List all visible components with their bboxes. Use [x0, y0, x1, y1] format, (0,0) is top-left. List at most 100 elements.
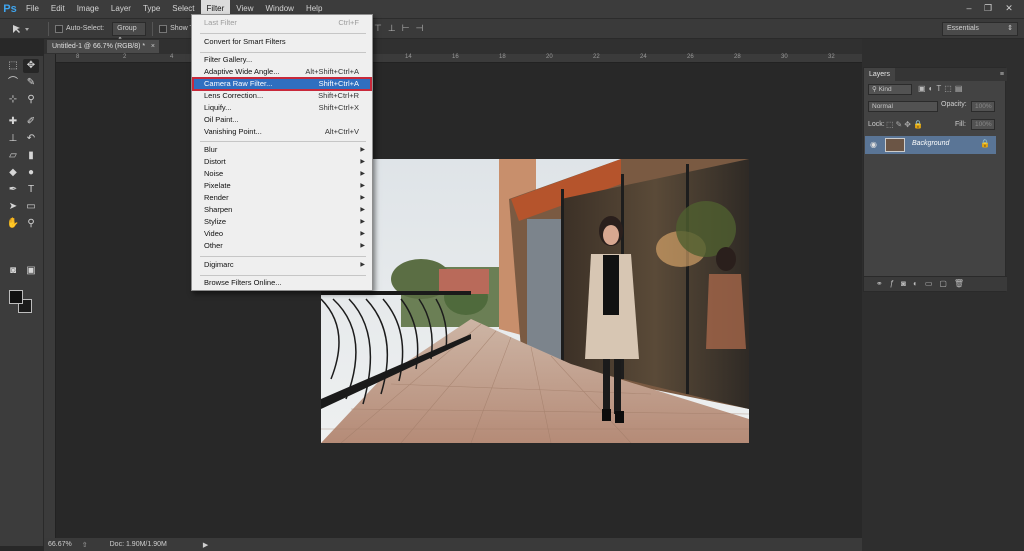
quick-mask-icon[interactable]: ◙	[5, 264, 21, 278]
menu-item-lens-correction[interactable]: Lens Correction... Shift+Ctrl+R	[193, 90, 371, 102]
layers-panel: Layers ≡ ⚲ Kind ▣◐T⬚▤ Normal Opacity: 10…	[863, 67, 1007, 292]
menu-item-label: Convert for Smart Filters	[204, 37, 286, 46]
marquee-icon[interactable]: ⬚	[5, 59, 21, 73]
menu-item-filter-gallery[interactable]: Filter Gallery...	[193, 54, 371, 66]
auto-select-checkbox[interactable]	[55, 24, 63, 33]
opacity-field[interactable]: 100%	[971, 101, 995, 112]
restore-icon[interactable]: ❐	[982, 2, 994, 14]
menu-item-label: Distort	[204, 157, 226, 166]
menu-item-camera-raw-filter[interactable]: Camera Raw Filter... Shift+Ctrl+A	[192, 77, 372, 91]
menu-item-vanishing-point[interactable]: Vanishing Point... Alt+Ctrl+V	[193, 126, 371, 138]
menu-layer[interactable]: Layer	[105, 0, 137, 18]
type-icon[interactable]: T	[23, 183, 39, 197]
menu-item-label: Sharpen	[204, 205, 233, 214]
close-icon[interactable]: ✕	[1003, 2, 1015, 14]
menu-image[interactable]: Image	[71, 0, 105, 18]
tool-preset-picker[interactable]	[0, 23, 42, 35]
align-top-icon[interactable]: ⊤	[374, 23, 382, 34]
layer-thumbnail	[885, 138, 905, 152]
menu-type[interactable]: Type	[137, 0, 166, 18]
menu-item-digimarc[interactable]: Digimarc ▶	[193, 259, 371, 271]
layers-tab[interactable]: Layers	[864, 68, 896, 81]
menu-bar: Ps File Edit Image Layer Type Select Fil…	[0, 0, 1024, 18]
menu-item-label: Pixelate	[204, 181, 231, 190]
menu-item-label: Camera Raw Filter...	[204, 79, 273, 88]
blur-icon[interactable]: ◆	[5, 166, 21, 180]
healing-icon[interactable]: ✚	[5, 115, 21, 129]
workspace-switcher[interactable]: Essentials ⇕	[942, 22, 1018, 36]
filter-menu-dropdown: Last Filter Ctrl+F Convert for Smart Fil…	[191, 14, 373, 291]
eraser-icon[interactable]: ▱	[5, 149, 21, 163]
pen-icon[interactable]: ✒	[5, 183, 21, 197]
layer-filter-icons[interactable]: ▣◐T⬚▤	[918, 84, 965, 93]
brush-icon[interactable]: ✐	[23, 115, 39, 129]
menu-item-adaptive-wide-angle[interactable]: Adaptive Wide Angle... Alt+Shift+Ctrl+A	[193, 66, 371, 78]
menu-item-oil-paint[interactable]: Oil Paint...	[193, 114, 371, 126]
lock-label: Lock:	[868, 121, 885, 128]
filter-kind-label: Kind	[878, 86, 892, 93]
auto-select-dropdown[interactable]: Group ⇕	[112, 21, 147, 44]
menu-item-stylize[interactable]: Stylize ▶	[193, 216, 371, 228]
tools-panel: ⬚ ✥ ⌒ ✎ ⊹ ⚲ ✚ ✐ ⊥ ↶ ▱ ▮ ◆ ● ✒ T ➤ ▭ ✋ ⚲ …	[0, 56, 44, 546]
document-image[interactable]	[321, 159, 749, 443]
status-menu-arrow-icon[interactable]: ▶	[203, 541, 208, 549]
layer-actions[interactable]: ⚭ƒ◙◐▭▢🗑	[876, 279, 971, 288]
quick-select-icon[interactable]: ✎	[23, 76, 39, 90]
lock-icons[interactable]: ⬚✎✥🔒	[886, 120, 925, 129]
panel-menu-icon[interactable]: ≡	[1000, 68, 1004, 81]
menu-item-distort[interactable]: Distort ▶	[193, 156, 371, 168]
fill-field[interactable]: 100%	[971, 119, 995, 130]
menu-item-pixelate[interactable]: Pixelate ▶	[193, 180, 371, 192]
menu-item-other[interactable]: Other ▶	[193, 240, 371, 252]
history-brush-icon[interactable]: ↶	[23, 132, 39, 146]
menu-shortcut: Shift+Ctrl+X	[318, 103, 359, 112]
zoom-level[interactable]: 66.67%	[48, 541, 72, 548]
align-left-icon[interactable]: ⊢	[402, 23, 410, 34]
show-transform-checkbox[interactable]	[159, 24, 168, 33]
filter-kind-dropdown[interactable]: ⚲ Kind	[868, 84, 912, 95]
submenu-arrow-icon: ▶	[360, 195, 365, 201]
layer-name[interactable]: Background	[912, 140, 949, 147]
ruler-tick-label: 22	[593, 54, 600, 60]
lasso-icon[interactable]: ⌒	[5, 76, 21, 90]
screen-mode-icon[interactable]: ▣	[23, 264, 39, 278]
menu-shortcut: Shift+Ctrl+A	[318, 79, 359, 88]
share-icon[interactable]: ⇧	[82, 541, 88, 549]
hand-icon[interactable]: ✋	[5, 217, 21, 231]
shape-icon[interactable]: ▭	[23, 200, 39, 214]
foreground-color-swatch[interactable]	[9, 290, 23, 304]
eyedropper-icon[interactable]: ⚲	[23, 93, 39, 107]
layers-panel-footer: ⚭ƒ◙◐▭▢🗑	[864, 276, 1007, 291]
align-vcenter-icon[interactable]: ⊥	[388, 23, 396, 34]
ruler-tick-label: 20	[546, 54, 553, 60]
menu-item-label: Lens Correction...	[204, 91, 264, 100]
menu-item-noise[interactable]: Noise ▶	[193, 168, 371, 180]
menu-item-render[interactable]: Render ▶	[193, 192, 371, 204]
menu-item-convert-smart-filters[interactable]: Convert for Smart Filters	[193, 36, 371, 48]
minimize-icon[interactable]: –	[963, 2, 975, 14]
document-tab[interactable]: Untitled-1 @ 66.7% (RGB/8) * ×	[47, 40, 159, 53]
menu-item-video[interactable]: Video ▶	[193, 228, 371, 240]
menu-separator	[200, 33, 366, 34]
separator	[48, 21, 49, 36]
menu-item-liquify[interactable]: Liquify... Shift+Ctrl+X	[193, 102, 371, 114]
menu-item-blur[interactable]: Blur ▶	[193, 144, 371, 156]
crop-icon[interactable]: ⊹	[5, 93, 21, 107]
menu-edit[interactable]: Edit	[45, 0, 71, 18]
zoom-icon[interactable]: ⚲	[23, 217, 39, 231]
menu-item-label: Filter Gallery...	[204, 55, 253, 64]
align-hcenter-icon[interactable]: ⊣	[416, 23, 424, 34]
visibility-eye-icon[interactable]: ◉	[870, 140, 877, 149]
blend-mode-dropdown[interactable]: Normal	[868, 101, 938, 112]
move-icon[interactable]: ✥	[23, 59, 39, 73]
layer-row-background[interactable]: ◉ Background 🔒	[865, 136, 996, 154]
path-select-icon[interactable]: ➤	[5, 200, 21, 214]
clone-stamp-icon[interactable]: ⊥	[5, 132, 21, 146]
dodge-icon[interactable]: ●	[23, 166, 39, 180]
menu-item-sharpen[interactable]: Sharpen ▶	[193, 204, 371, 216]
menu-file[interactable]: File	[20, 0, 45, 18]
gradient-icon[interactable]: ▮	[23, 149, 39, 163]
menu-item-label: Oil Paint...	[204, 115, 239, 124]
close-tab-icon[interactable]: ×	[151, 40, 155, 53]
menu-item-browse-filters-online[interactable]: Browse Filters Online...	[193, 277, 371, 289]
